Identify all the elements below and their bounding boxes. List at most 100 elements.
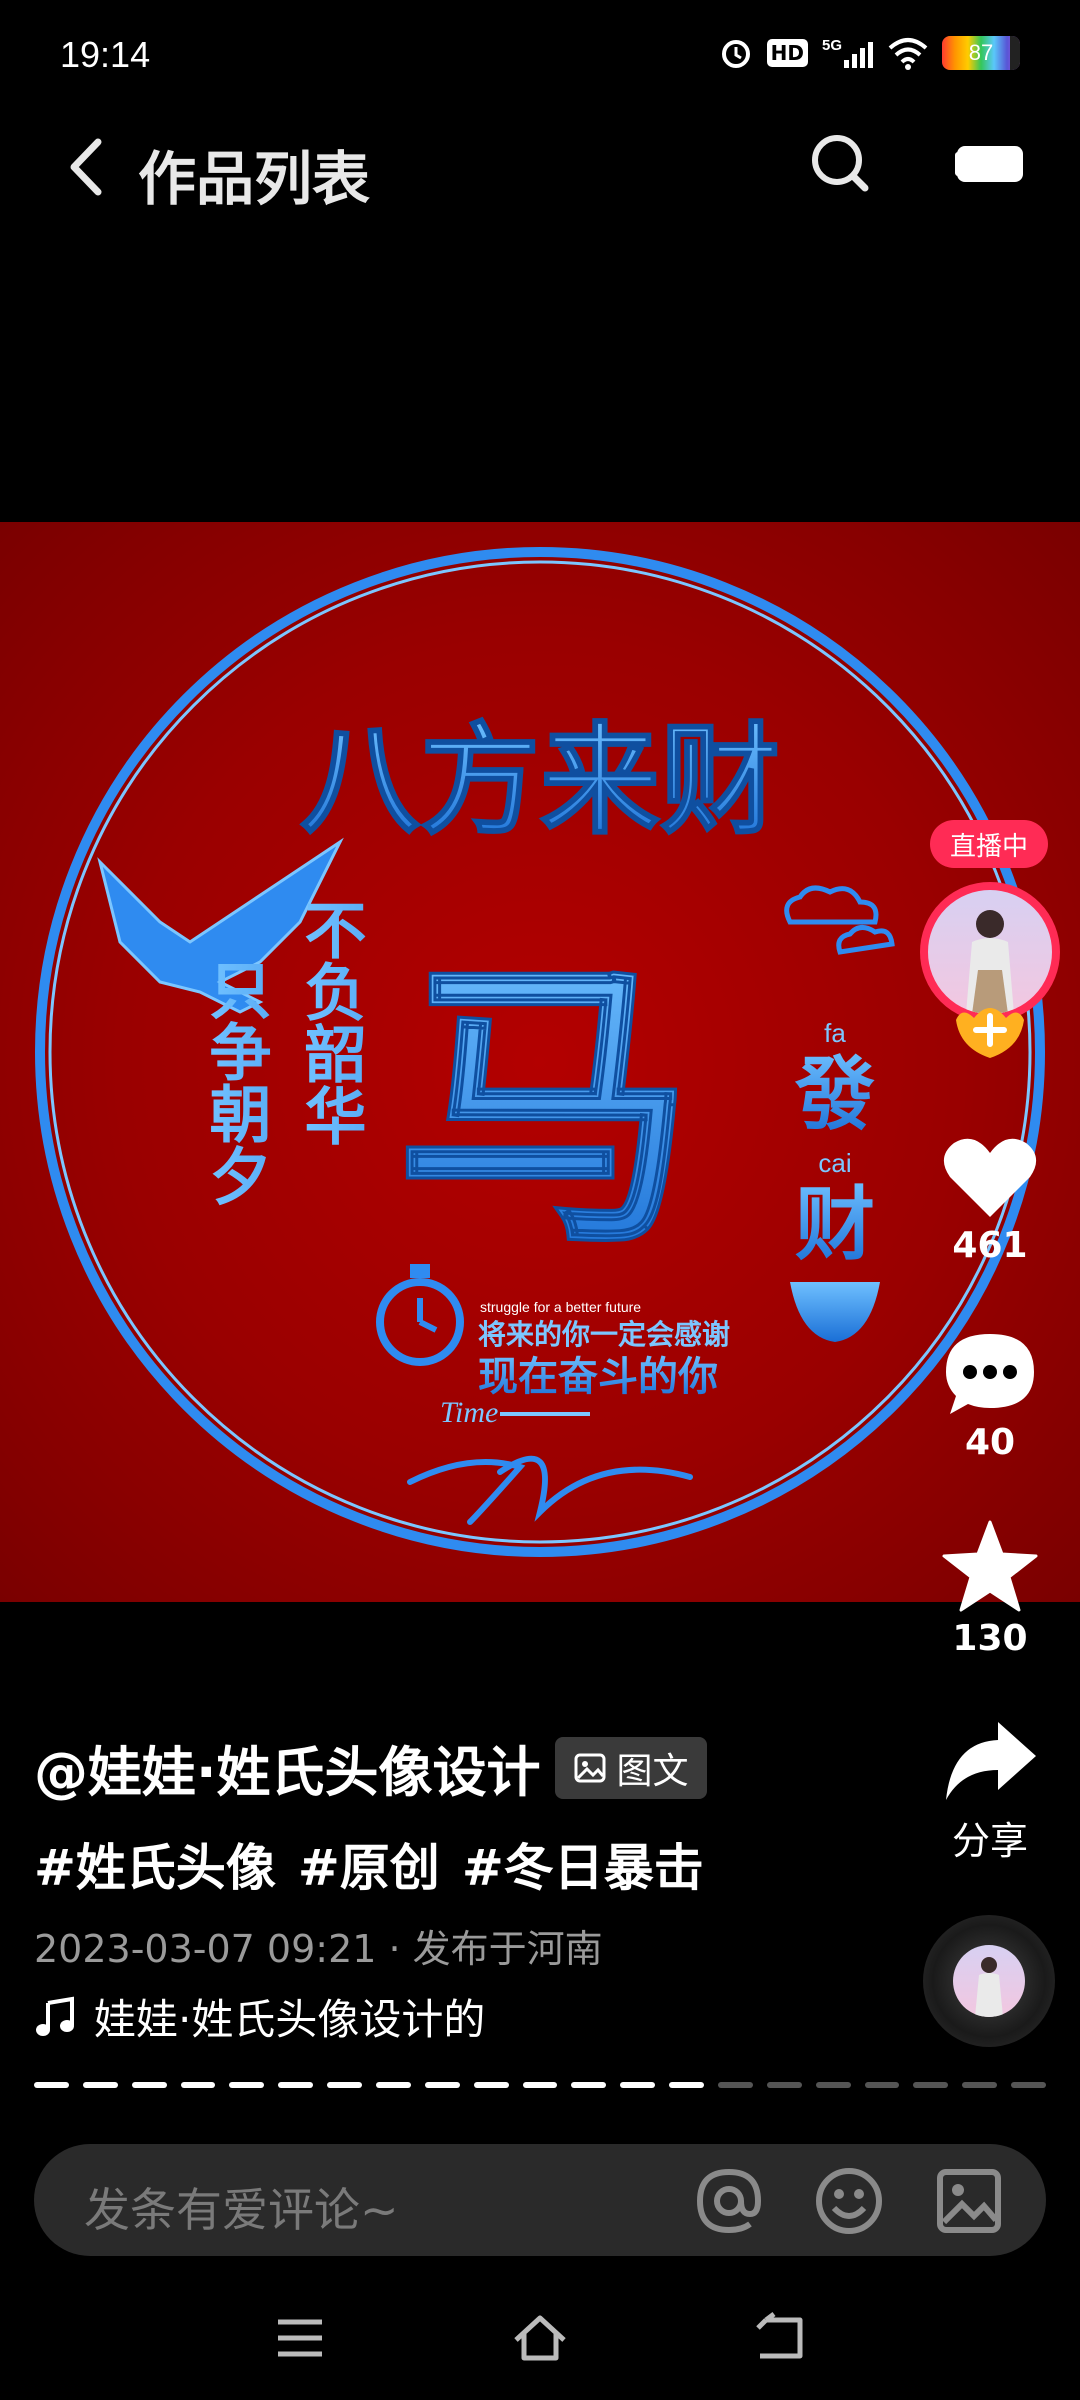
share-icon (946, 1722, 1036, 1800)
share-label: 分享 (951, 1819, 1028, 1863)
post-type-chip: 图文 (554, 1736, 707, 1799)
artwork-center-char: 马 (395, 930, 695, 1283)
artwork-left-text-2: 只争朝夕 (199, 958, 272, 1206)
post-author[interactable]: @娃娃·姓氏头像设计 图文 (34, 1728, 707, 1807)
hd-icon: HD (766, 39, 808, 67)
like-button[interactable]: 461 (900, 1135, 1080, 1266)
disc-figure-icon (975, 1957, 1003, 2017)
comment-input-bar[interactable]: 发条有爱评论~ (34, 2144, 1046, 2256)
artwork-time-label: Time (440, 1396, 498, 1429)
music-title: 娃娃·姓氏头像设计的 (94, 1995, 486, 2044)
hashtag[interactable]: #冬日暴击 (462, 1828, 704, 1900)
progress-segment (864, 2082, 900, 2088)
emoji-icon (816, 2168, 882, 2234)
camera-button[interactable] (955, 138, 1025, 188)
artwork-char-fa: 發 (794, 1048, 875, 1141)
hashtag-list: #姓氏头像 #原创 #冬日暴击 (34, 1828, 704, 1900)
status-bar: 19:14 HD 5G 87 (0, 0, 1080, 110)
status-icons: HD 5G 87 (719, 36, 1020, 70)
header: 作品列表 (0, 110, 1080, 220)
page-title: 作品列表 (138, 145, 371, 213)
ingot-icon (790, 1282, 880, 1342)
camera-icon (955, 146, 1023, 182)
progress-segment (962, 2082, 998, 2088)
progress-segment (131, 2082, 167, 2088)
music-info[interactable]: 娃娃·姓氏头像设计的 (34, 1986, 485, 2047)
progress-segment (473, 2082, 509, 2088)
follow-button[interactable] (952, 1000, 1028, 1060)
search-button[interactable] (805, 128, 875, 198)
artwork-left-text-1: 不负韶华 (294, 898, 367, 1146)
battery-level: 87 (968, 40, 994, 65)
wifi-icon (888, 36, 928, 70)
menu-button[interactable] (270, 2310, 330, 2366)
progress-segment (522, 2082, 558, 2088)
progress-segment (620, 2082, 656, 2088)
artwork-pinyin-cai: cai (818, 1148, 851, 1178)
author-name[interactable]: @娃娃·姓氏头像设计 (34, 1728, 541, 1807)
progress-segment (913, 2082, 949, 2088)
live-badge: 直播中 (930, 820, 1048, 868)
svg-text:5G: 5G (822, 37, 842, 54)
back-icon (70, 138, 102, 196)
progress-segment (766, 2082, 802, 2088)
progress-segment (327, 2082, 363, 2088)
heart-icon (943, 1138, 1037, 1217)
search-icon (812, 135, 869, 192)
signal-icon: 5G (822, 36, 874, 70)
progress-segment (571, 2082, 607, 2088)
status-time: 19:14 (60, 34, 151, 75)
like-count: 461 (952, 1225, 1028, 1266)
comment-button[interactable]: 40 (900, 1330, 1080, 1463)
battery-indicator: 87 (942, 36, 1020, 70)
share-button[interactable]: 分享 (900, 1718, 1080, 1865)
progress-segment (1011, 2082, 1047, 2088)
author-avatar-group[interactable]: 直播中 (900, 820, 1080, 1080)
alarm-icon (719, 36, 753, 70)
music-note-icon (36, 1996, 74, 2036)
comment-input[interactable]: 发条有爱评论~ (84, 2174, 399, 2240)
home-button[interactable] (510, 2310, 570, 2366)
progress-segment (669, 2082, 705, 2088)
artwork-char-cai: 财 (795, 1178, 875, 1271)
plus-icon (956, 1008, 1024, 1058)
hashtag[interactable]: #原创 (298, 1828, 440, 1900)
mention-button[interactable] (694, 2166, 764, 2236)
at-icon (696, 2168, 762, 2234)
comment-count: 40 (964, 1422, 1016, 1463)
system-nav-bar (0, 2280, 1080, 2400)
disc-cover (953, 1945, 1025, 2017)
emoji-button[interactable] (814, 2166, 884, 2236)
star-icon (942, 1520, 1038, 1612)
back-nav-icon (756, 2312, 803, 2359)
back-button[interactable] (58, 132, 118, 202)
artwork-slogan-2: 现在奋斗的你 (478, 1354, 718, 1400)
progress-segment (82, 2082, 118, 2088)
progress-segment (376, 2082, 411, 2088)
progress-segment (718, 2082, 753, 2088)
back-nav-button[interactable] (750, 2310, 810, 2366)
avatar-figure-icon (966, 910, 1014, 1014)
cloud-icon (784, 885, 895, 955)
progress-segment (424, 2082, 460, 2088)
image-icon (574, 1753, 606, 1782)
artwork-main-title: 八方来财 (300, 712, 780, 851)
artwork-pinyin-fa: fa (824, 1018, 846, 1048)
artwork-en-caption: struggle for a better future (480, 1299, 641, 1315)
progress-segment (34, 2082, 69, 2088)
post-type-label: 图文 (616, 1750, 689, 1792)
music-disc[interactable] (923, 1915, 1055, 2047)
favorite-button[interactable]: 130 (900, 1520, 1080, 1659)
artwork-slogan-1: 将来的你一定会感谢 (478, 1318, 730, 1351)
favorite-count: 130 (952, 1618, 1028, 1659)
comment-icon (946, 1334, 1034, 1414)
home-icon (514, 2315, 566, 2361)
signature-mark (407, 1455, 693, 1525)
progress-segment (278, 2082, 314, 2088)
image-progress-indicator (34, 2082, 1047, 2088)
image-upload-button[interactable] (934, 2166, 1004, 2236)
post-meta: 2023-03-07 09:21 · 发布于河南 (34, 1927, 603, 1971)
hashtag[interactable]: #姓氏头像 (34, 1828, 276, 1900)
progress-segment (180, 2082, 216, 2088)
progress-segment (229, 2082, 265, 2088)
